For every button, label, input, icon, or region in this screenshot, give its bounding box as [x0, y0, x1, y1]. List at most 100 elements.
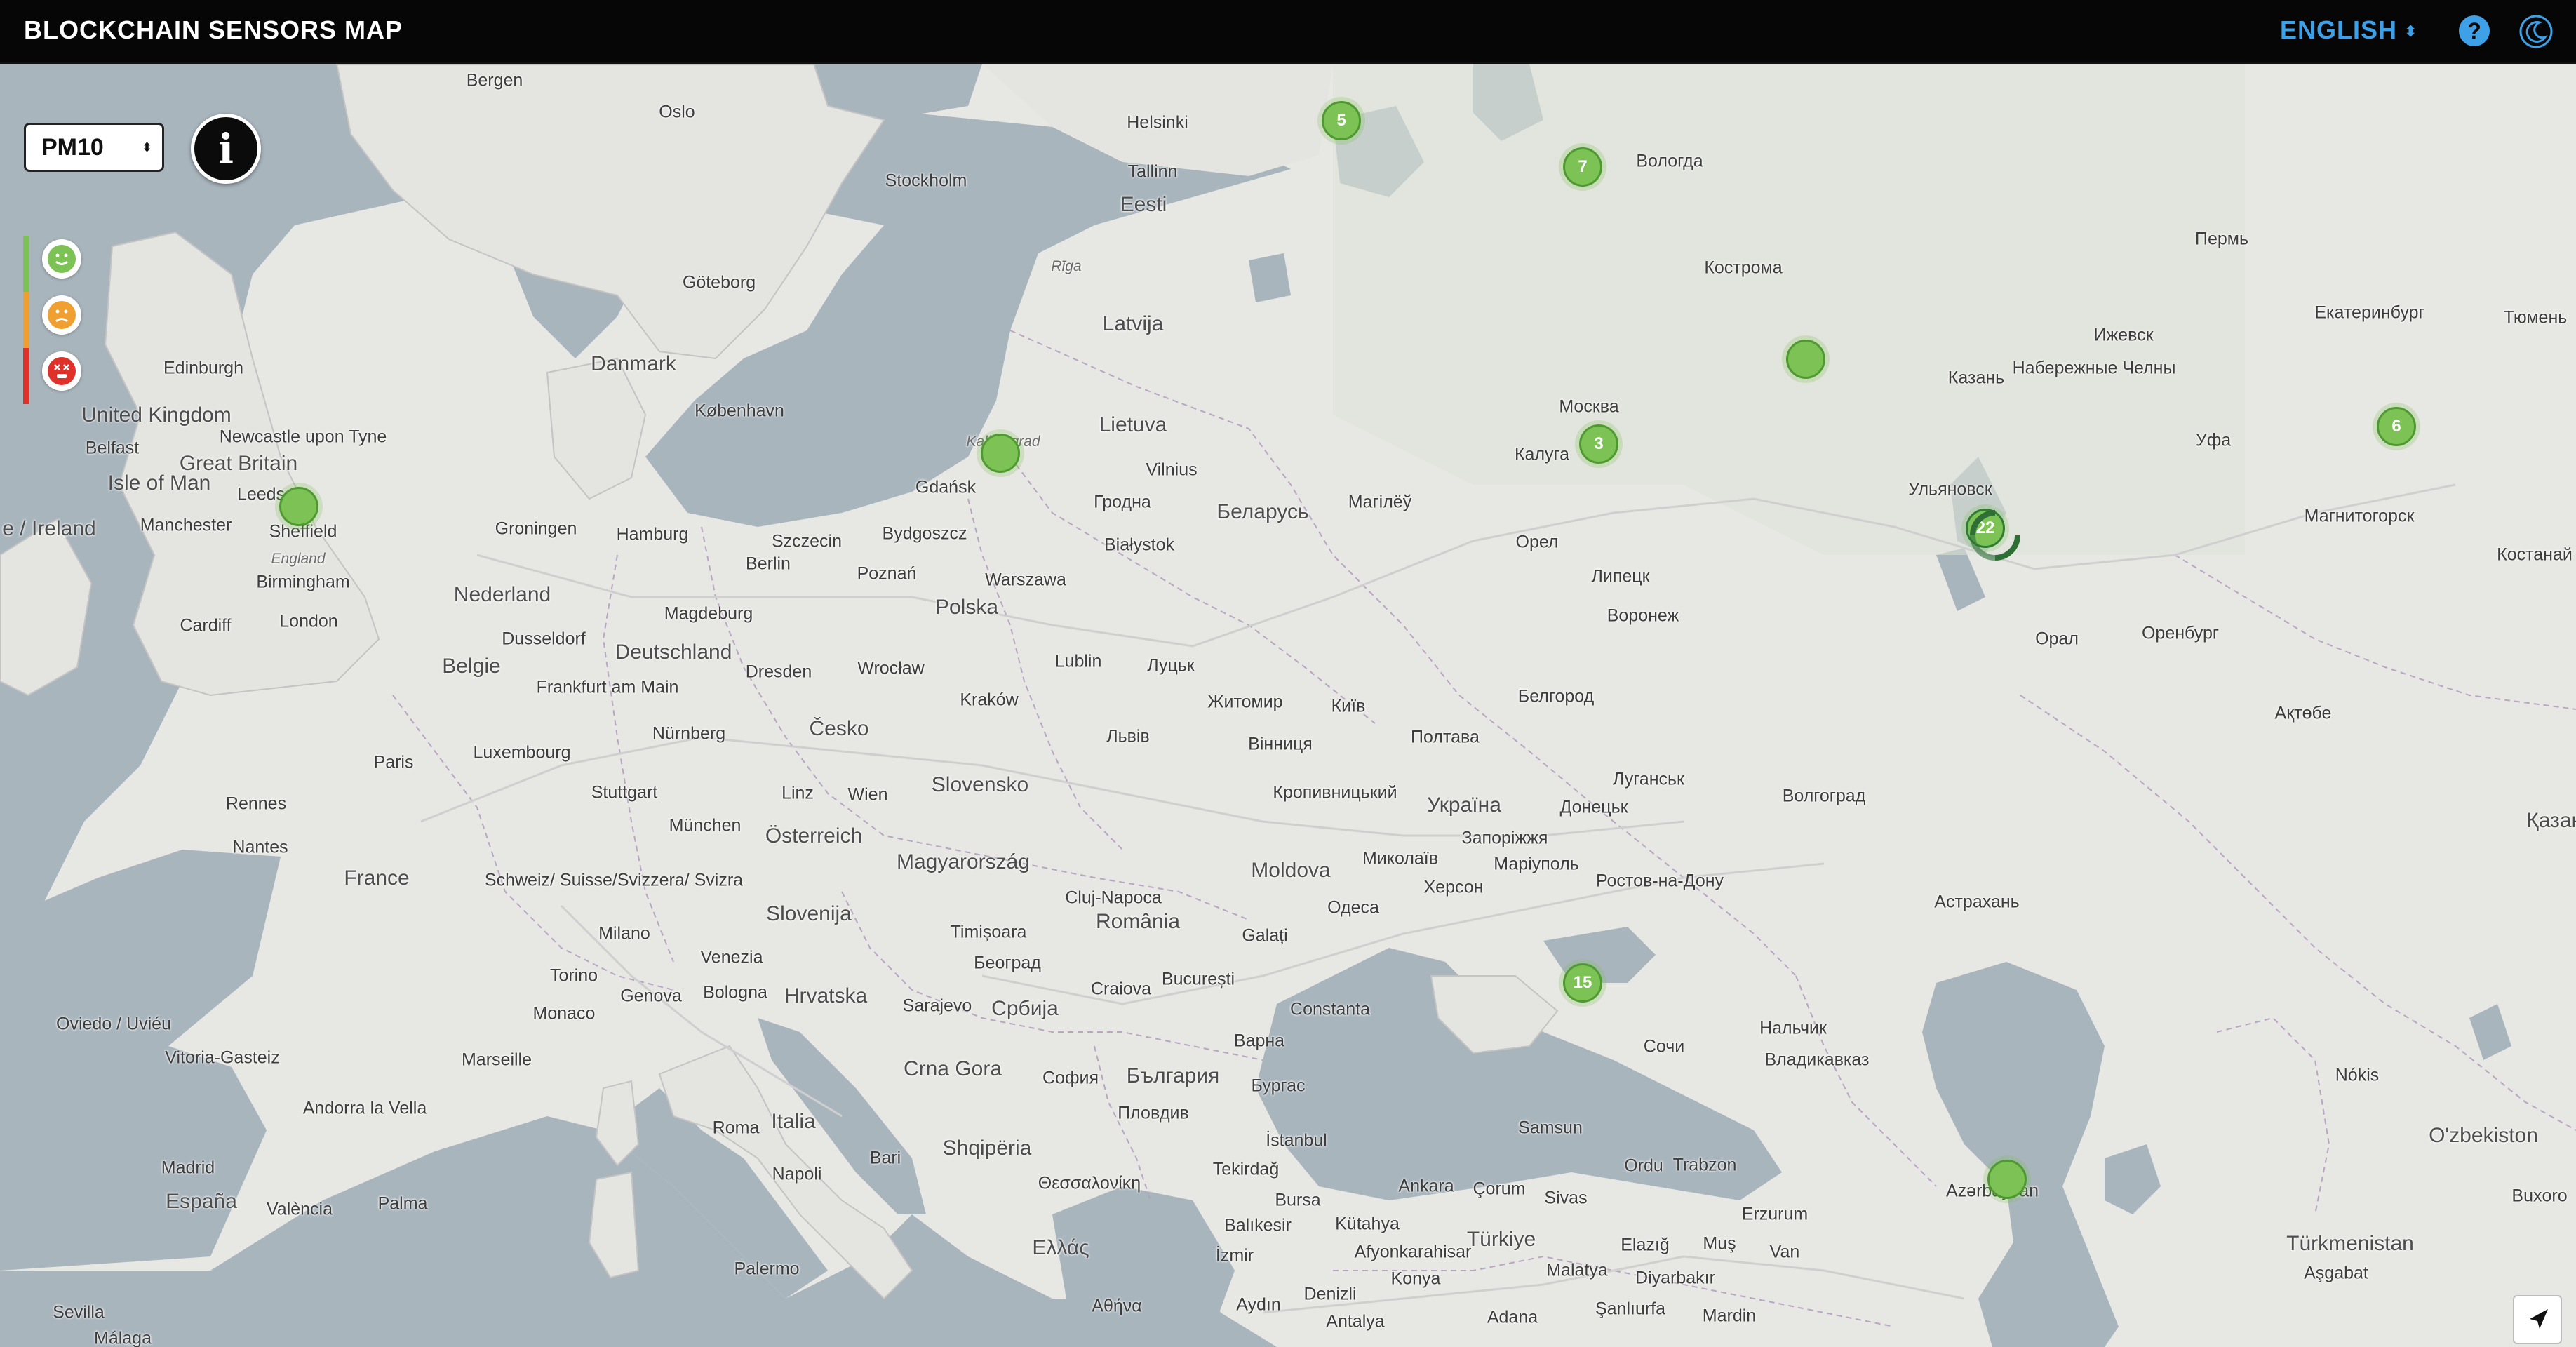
place-label: España	[166, 1190, 237, 1213]
place-label: Пловдив	[1118, 1103, 1189, 1123]
place-label: Белгород	[1517, 686, 1595, 706]
place-label: Костанай	[2497, 544, 2572, 565]
place-label: Астрахань	[1934, 892, 2020, 912]
place-label: Antalya	[1326, 1311, 1385, 1332]
sensor-cluster-baku[interactable]	[1987, 1160, 2027, 1199]
place-label: Torino	[549, 965, 598, 986]
place-label: Göteborg	[682, 272, 756, 293]
place-label: Palermo	[734, 1259, 800, 1279]
place-label: England	[271, 551, 326, 567]
place-label: Україна	[1427, 793, 1501, 817]
sensor-cluster-krasnodar[interactable]: 15	[1563, 963, 1602, 1003]
place-label: Mardin	[1702, 1306, 1757, 1326]
place-label: Helsinki	[1127, 112, 1188, 133]
place-label: Tekirdağ	[1212, 1159, 1280, 1179]
place-label: Manchester	[140, 515, 232, 535]
place-label: Nürnberg	[652, 723, 726, 744]
place-label: Бургас	[1251, 1075, 1306, 1096]
place-label: Shqipëria	[942, 1137, 1032, 1160]
place-label: Palma	[377, 1193, 428, 1214]
place-label: Миколаїв	[1362, 848, 1439, 869]
sensor-cluster-sheffield[interactable]	[279, 487, 318, 526]
place-label: Wien	[847, 784, 888, 805]
place-label: Кропивницький	[1273, 782, 1397, 803]
place-label: Leeds	[236, 484, 286, 504]
place-label: Türkiye	[1466, 1228, 1536, 1251]
place-label: Muş	[1703, 1233, 1736, 1254]
place-label: Buxoro	[2511, 1186, 2568, 1206]
place-label: Balıkesir	[1224, 1215, 1292, 1235]
place-label: Dusseldorf	[502, 629, 586, 649]
place-label: România	[1095, 910, 1181, 933]
sensor-cluster-yaroslavl[interactable]: 7	[1563, 147, 1602, 187]
place-label: София	[1042, 1068, 1099, 1088]
place-label: Crna Gora	[903, 1057, 1002, 1080]
locate-me-button[interactable]	[2513, 1295, 2562, 1344]
place-label: Andorra la Vella	[302, 1098, 427, 1118]
place-label: Dresden	[745, 662, 812, 682]
place-label: Sevilla	[53, 1302, 105, 1322]
place-label: e / Ireland	[2, 517, 96, 540]
place-label: Nantes	[232, 837, 288, 857]
place-label: Магнитогорск	[2304, 506, 2415, 526]
place-label: Αθήνα	[1092, 1296, 1142, 1316]
place-label: Belfast	[85, 438, 140, 458]
place-label: Пермь	[2195, 229, 2248, 249]
place-label: Ростов-на-Дону	[1595, 871, 1724, 891]
place-label: Monaco	[532, 1003, 596, 1024]
sensor-cluster-st-petersburg[interactable]: 5	[1322, 101, 1361, 140]
place-label: Орал	[2035, 629, 2079, 649]
place-label: Berlin	[746, 554, 791, 574]
place-label: Вінниця	[1248, 734, 1313, 754]
place-label: Sarajevo	[902, 996, 972, 1016]
sensor-cluster-kaliningrad[interactable]	[981, 434, 1020, 473]
place-label: Луганськ	[1613, 769, 1684, 789]
pollutant-value: PM10	[41, 134, 104, 161]
place-label: Eesti	[1120, 193, 1167, 216]
place-label: Владикавказ	[1764, 1050, 1870, 1070]
info-button[interactable]: i	[191, 114, 261, 184]
place-label: Oslo	[659, 102, 695, 122]
pollutant-select[interactable]: PM10 ⬍	[24, 123, 164, 172]
sensor-cluster-chelyabinsk[interactable]: 6	[2377, 407, 2416, 446]
dark-mode-toggle[interactable]	[2518, 14, 2554, 49]
place-label: Malatya	[1546, 1260, 1608, 1280]
map-view[interactable]: Bergen Oslo Stockholm Helsinki Tallinn Eesti L…	[0, 64, 2576, 1347]
place-label: Маріуполь	[1494, 854, 1579, 874]
place-label: Vitoria-Gasteiz	[165, 1047, 280, 1068]
place-label: Воронеж	[1606, 605, 1679, 626]
place-label: Lublin	[1054, 651, 1102, 671]
place-label: Kütahya	[1335, 1214, 1400, 1234]
place-label: Rennes	[225, 793, 287, 814]
legend-bad	[42, 351, 81, 391]
place-label: Луцьк	[1147, 655, 1195, 676]
place-label: København	[695, 401, 784, 421]
place-label: Slovenija	[766, 902, 852, 925]
place-label: Київ	[1331, 696, 1366, 716]
place-label: Madrid	[161, 1158, 215, 1178]
place-label: Danmark	[591, 352, 676, 375]
place-label: Θεσσαλονίκη	[1038, 1173, 1141, 1193]
place-label: Afyonkarahisar	[1354, 1242, 1472, 1262]
language-select[interactable]: ENGLISH ⬍	[2280, 15, 2417, 45]
select-arrows-icon: ⬍	[2404, 22, 2418, 41]
sensor-cluster-nizhny-novgorod[interactable]	[1786, 340, 1825, 379]
moon-icon	[2519, 15, 2553, 48]
place-label: Belgie	[442, 655, 501, 678]
legend-good	[42, 239, 81, 279]
help-button[interactable]: ?	[2459, 15, 2490, 46]
place-label: Trabzon	[1672, 1155, 1737, 1175]
sensor-cluster-moscow[interactable]: 3	[1579, 424, 1618, 464]
place-label: Málaga	[94, 1328, 152, 1347]
place-label: Житомир	[1207, 692, 1283, 712]
place-label: Milano	[598, 923, 650, 944]
place-label: Isle of Man	[107, 471, 211, 495]
legend-bar-bad	[23, 348, 29, 404]
place-label: Österreich	[765, 824, 863, 847]
place-label: Набережные Челны	[2012, 358, 2176, 378]
legend-moderate	[42, 295, 81, 335]
place-label: France	[344, 866, 410, 890]
place-label: Warszawa	[985, 570, 1066, 590]
place-label: Екатеринбург	[2314, 302, 2425, 323]
place-label: Italia	[771, 1110, 816, 1133]
